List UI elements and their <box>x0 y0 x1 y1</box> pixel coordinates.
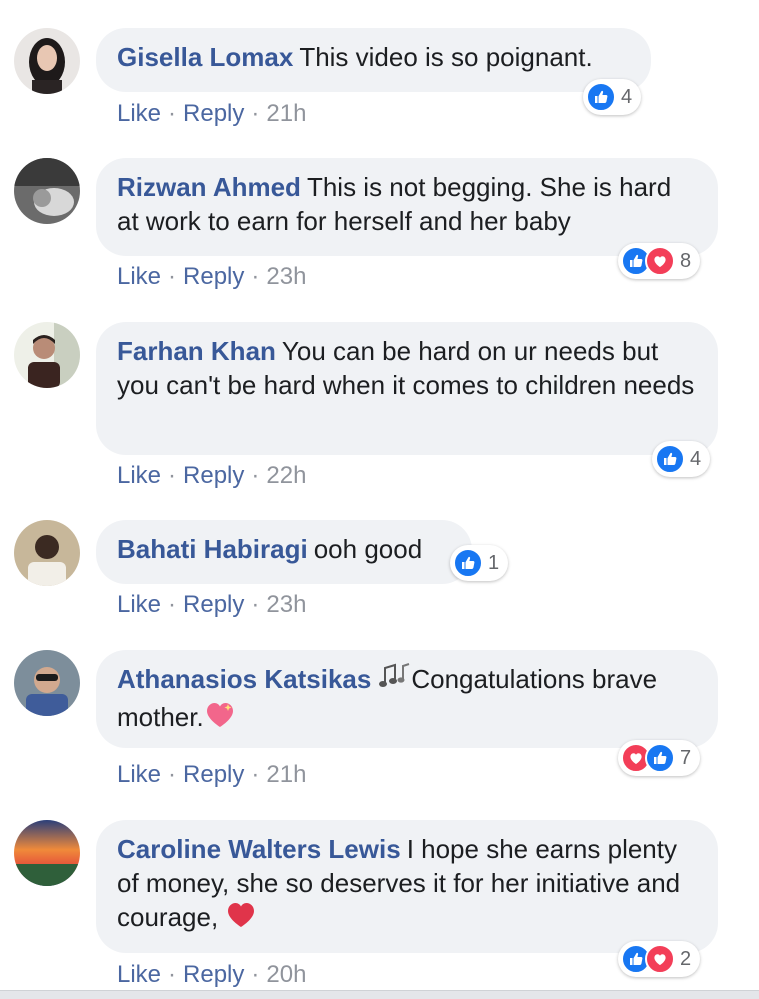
like-reaction-icon <box>586 82 616 112</box>
comment-author[interactable]: Athanasios Katsikas <box>117 664 371 694</box>
separator: · <box>251 591 260 618</box>
reaction-summary[interactable]: 8 <box>618 243 701 279</box>
like-link[interactable]: Like <box>117 462 161 489</box>
separator: · <box>168 591 177 618</box>
comment-bubble: Athanasios Katsikas Congatulations brave … <box>96 650 718 748</box>
timestamp[interactable]: 23h <box>266 591 306 618</box>
like-reaction-icon <box>645 743 675 773</box>
comment-actions: Like · Reply · 23h <box>117 263 306 291</box>
comment-author[interactable]: Gisella Lomax <box>117 42 293 72</box>
comment-author[interactable]: Farhan Khan <box>117 336 276 366</box>
avatar-photo <box>14 820 80 886</box>
avatar[interactable] <box>14 322 80 388</box>
separator: · <box>168 263 177 290</box>
reaction-summary[interactable]: 4 <box>583 79 642 115</box>
separator: · <box>251 263 260 290</box>
avatar[interactable] <box>14 650 80 716</box>
avatar[interactable] <box>14 820 80 886</box>
comment-actions: Like · Reply · 21h <box>117 100 306 128</box>
avatar-photo <box>14 28 80 94</box>
reaction-summary[interactable]: 2 <box>618 941 701 977</box>
timestamp[interactable]: 21h <box>266 100 306 127</box>
timestamp[interactable]: 22h <box>266 462 306 489</box>
timestamp[interactable]: 23h <box>266 263 306 290</box>
like-reaction-icon <box>453 548 483 578</box>
reply-link[interactable]: Reply <box>183 100 244 127</box>
reaction-summary[interactable]: 4 <box>652 441 711 477</box>
love-reaction-icon <box>645 944 675 974</box>
like-link[interactable]: Like <box>117 263 161 290</box>
separator: · <box>251 761 260 788</box>
reaction-count: 7 <box>680 746 692 769</box>
reaction-count: 2 <box>680 947 692 970</box>
separator: · <box>168 761 177 788</box>
reaction-count: 4 <box>621 85 633 108</box>
like-link[interactable]: Like <box>117 961 161 988</box>
separator: · <box>168 100 177 127</box>
comment-actions: Like · Reply · 21h <box>117 761 306 789</box>
separator: · <box>168 961 177 988</box>
avatar-photo <box>14 322 80 388</box>
sparkling-heart-emoji <box>204 700 236 738</box>
avatar-photo <box>14 158 80 224</box>
avatar[interactable] <box>14 520 80 586</box>
comment-author[interactable]: Bahati Habiragi <box>117 534 308 564</box>
comment-actions: Like · Reply · 22h <box>117 462 306 490</box>
comment-actions: Like · Reply · 23h <box>117 591 306 619</box>
reply-link[interactable]: Reply <box>183 761 244 788</box>
comment-bubble: Bahati Habiragi ooh good <box>96 520 472 584</box>
comment-bubble: Caroline Walters Lewis I hope she earns p… <box>96 820 718 953</box>
love-reaction-icon <box>645 246 675 276</box>
reaction-summary[interactable]: 1 <box>450 545 509 581</box>
reply-link[interactable]: Reply <box>183 961 244 988</box>
reaction-summary[interactable]: 7 <box>618 740 701 776</box>
timestamp[interactable]: 21h <box>266 761 306 788</box>
comment-actions: Like · Reply · 20h <box>117 961 306 989</box>
red-heart-emoji <box>225 901 257 937</box>
like-link[interactable]: Like <box>117 761 161 788</box>
avatar[interactable] <box>14 158 80 224</box>
separator: · <box>251 462 260 489</box>
comment-bubble: Farhan Khan You can be hard on ur needs b… <box>96 322 718 455</box>
like-reaction-icon <box>655 444 685 474</box>
comment-author[interactable]: Caroline Walters Lewis <box>117 834 401 864</box>
comment-bubble: Rizwan Ahmed This is not begging. She is … <box>96 158 718 256</box>
comment-bubble: Gisella Lomax This video is so poignant. <box>96 28 651 92</box>
reply-link[interactable]: Reply <box>183 462 244 489</box>
comment-text: This video is so poignant. <box>299 42 593 72</box>
reaction-count: 4 <box>690 447 702 470</box>
reaction-count: 1 <box>488 551 500 574</box>
music-notes-emoji <box>377 662 411 700</box>
reply-link[interactable]: Reply <box>183 263 244 290</box>
avatar-photo <box>14 650 80 716</box>
comment-author[interactable]: Rizwan Ahmed <box>117 172 301 202</box>
avatar[interactable] <box>14 28 80 94</box>
like-link[interactable]: Like <box>117 100 161 127</box>
like-link[interactable]: Like <box>117 591 161 618</box>
separator: · <box>251 961 260 988</box>
reaction-count: 8 <box>680 249 692 272</box>
avatar-photo <box>14 520 80 586</box>
separator: · <box>251 100 260 127</box>
comment-text: ooh good <box>313 534 423 564</box>
reply-link[interactable]: Reply <box>183 591 244 618</box>
timestamp[interactable]: 20h <box>266 961 306 988</box>
separator: · <box>168 462 177 489</box>
